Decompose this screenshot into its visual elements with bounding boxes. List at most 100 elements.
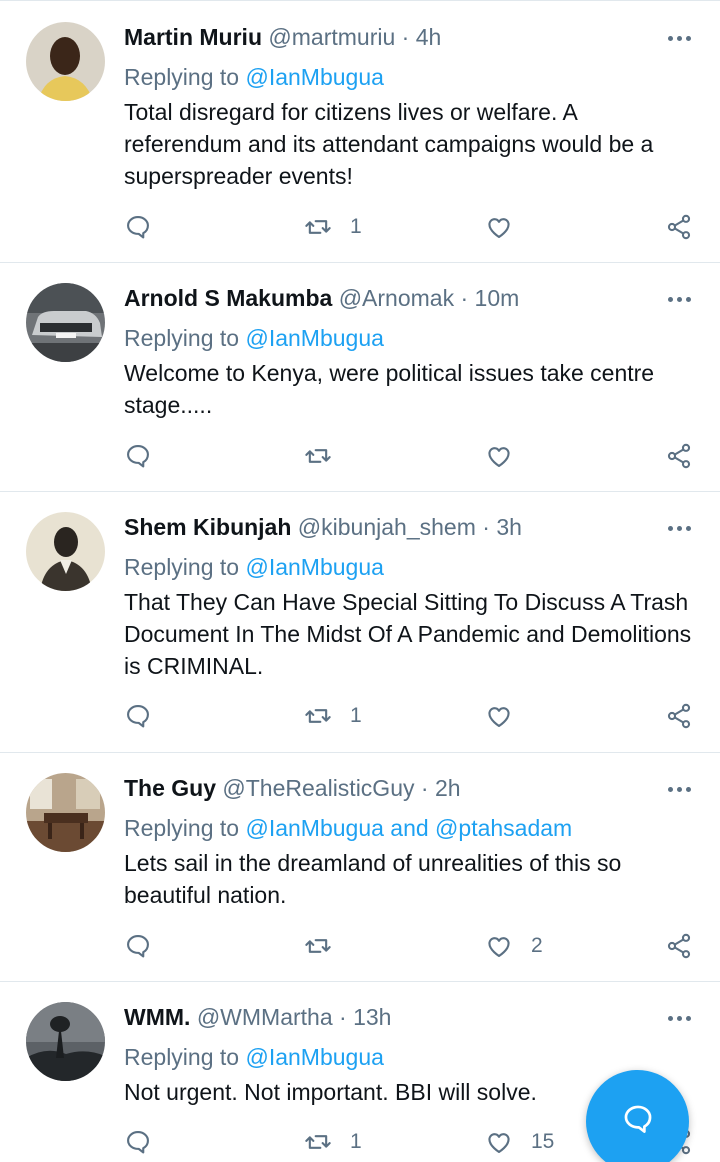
retweet-button[interactable] [304, 929, 350, 963]
reply-button[interactable] [124, 1125, 152, 1159]
tweet-text: Lets sail in the dreamland of unrealitie… [124, 850, 622, 908]
replying-to: Replying to @IanMbugua [124, 552, 384, 582]
author-handle[interactable]: @WMMartha [197, 1004, 333, 1030]
tweet-header: WMM. @WMMartha · 13h [124, 1002, 660, 1032]
retweet-button[interactable]: 1 [304, 699, 362, 733]
timestamp[interactable]: 3h [496, 514, 522, 540]
reply-mention-link[interactable]: @IanMbugua [245, 64, 383, 90]
share-icon [665, 213, 693, 241]
author-name[interactable]: Arnold S Makumba [124, 285, 332, 311]
reply-button[interactable] [124, 439, 152, 473]
author-handle[interactable]: @TheRealisticGuy [222, 775, 414, 801]
timestamp[interactable]: 10m [475, 285, 520, 311]
retweet-button[interactable]: 1 [304, 210, 362, 244]
reply-button[interactable] [124, 929, 152, 963]
share-icon [665, 932, 693, 960]
compose-reply-icon [621, 1102, 655, 1141]
retweet-button[interactable]: 1 [304, 1125, 362, 1159]
retweet-icon [304, 1128, 332, 1156]
reply-icon [124, 932, 152, 960]
heart-icon [485, 213, 513, 241]
reply-mention-link[interactable]: @IanMbugua and @ptahsadam [245, 815, 572, 841]
heart-icon [485, 442, 513, 470]
like-button[interactable] [485, 210, 531, 244]
reply-mention-link[interactable]: @IanMbugua [245, 325, 383, 351]
tweet-text: Welcome to Kenya, were political issues … [124, 360, 655, 418]
author-handle[interactable]: @martmuriu [268, 24, 395, 50]
reply-mention-link[interactable]: @IanMbugua [245, 554, 383, 580]
replying-to: Replying to @IanMbugua [124, 62, 384, 92]
share-button[interactable] [665, 699, 693, 733]
tweet-3[interactable]: Shem Kibunjah @kibunjah_shem · 3h Replyi… [0, 492, 720, 752]
heart-icon [485, 1128, 513, 1156]
tweet-4[interactable]: The Guy @TheRealisticGuy · 2h Replying t… [0, 753, 720, 981]
tweet-1[interactable]: Martin Muriu @martmuriu · 4h Replying to… [0, 0, 720, 262]
author-name[interactable]: Martin Muriu [124, 24, 262, 50]
avatar[interactable] [26, 512, 105, 591]
author-handle[interactable]: @kibunjah_shem [298, 514, 476, 540]
replying-to-label: Replying to [124, 1044, 240, 1070]
retweet-count: 1 [350, 215, 362, 238]
retweet-icon [304, 932, 332, 960]
retweet-icon [304, 442, 332, 470]
retweet-count: 1 [350, 1130, 362, 1153]
separator-dot: · [420, 775, 429, 801]
replying-to-label: Replying to [124, 554, 240, 580]
retweet-count: 1 [350, 704, 362, 727]
more-icon[interactable] [662, 28, 696, 48]
replying-to-label: Replying to [124, 64, 240, 90]
timestamp[interactable]: 13h [353, 1004, 391, 1030]
more-icon[interactable] [662, 289, 696, 309]
like-button[interactable]: 2 [485, 929, 543, 963]
tweet-header: Martin Muriu @martmuriu · 4h [124, 22, 660, 52]
share-button[interactable] [665, 210, 693, 244]
like-button[interactable]: 15 [485, 1125, 554, 1159]
more-icon[interactable] [662, 518, 696, 538]
separator-dot: · [482, 514, 490, 540]
author-name[interactable]: The Guy [124, 775, 216, 801]
separator-dot: · [460, 285, 469, 311]
retweet-button[interactable] [304, 439, 350, 473]
author-handle[interactable]: @Arnomak [339, 285, 454, 311]
timestamp[interactable]: 2h [435, 775, 461, 801]
replying-to-label: Replying to [124, 325, 240, 351]
timestamp[interactable]: 4h [416, 24, 442, 50]
reply-mention-link[interactable]: @IanMbugua [245, 1044, 383, 1070]
separator-dot: · [339, 1004, 347, 1030]
reply-icon [124, 442, 152, 470]
heart-icon [485, 702, 513, 730]
avatar[interactable] [26, 22, 105, 101]
share-button[interactable] [665, 439, 693, 473]
reply-icon [124, 702, 152, 730]
reply-button[interactable] [124, 699, 152, 733]
replying-to: Replying to @IanMbugua [124, 1042, 384, 1072]
more-icon[interactable] [662, 1008, 696, 1028]
reply-button[interactable] [124, 210, 152, 244]
share-button[interactable] [665, 929, 693, 963]
tweet-2[interactable]: Arnold S Makumba @Arnomak · 10m Replying… [0, 263, 720, 492]
author-name[interactable]: Shem Kibunjah [124, 514, 291, 540]
heart-icon [485, 932, 513, 960]
replying-to: Replying to @IanMbugua and @ptahsadam [124, 813, 572, 843]
like-count: 15 [531, 1130, 555, 1153]
author-name[interactable]: WMM. [124, 1004, 190, 1030]
tweet-header: Arnold S Makumba @Arnomak · 10m [124, 283, 660, 313]
tweet-text: That They Can Have Special Sitting To Di… [124, 589, 692, 679]
reply-icon [124, 213, 152, 241]
reply-icon [124, 1128, 152, 1156]
compose-reply-button[interactable] [586, 1070, 689, 1162]
share-icon [665, 442, 693, 470]
like-button[interactable] [485, 439, 531, 473]
avatar[interactable] [26, 773, 105, 852]
retweet-icon [304, 213, 332, 241]
tweet-header: Shem Kibunjah @kibunjah_shem · 3h [124, 512, 660, 542]
retweet-icon [304, 702, 332, 730]
tweet-header: The Guy @TheRealisticGuy · 2h [124, 773, 660, 803]
more-icon[interactable] [662, 779, 696, 799]
avatar[interactable] [26, 1002, 105, 1081]
share-icon [665, 702, 693, 730]
replying-to-label: Replying to [124, 815, 240, 841]
avatar[interactable] [26, 283, 105, 362]
replying-to: Replying to @IanMbugua [124, 323, 384, 353]
like-button[interactable] [485, 699, 531, 733]
